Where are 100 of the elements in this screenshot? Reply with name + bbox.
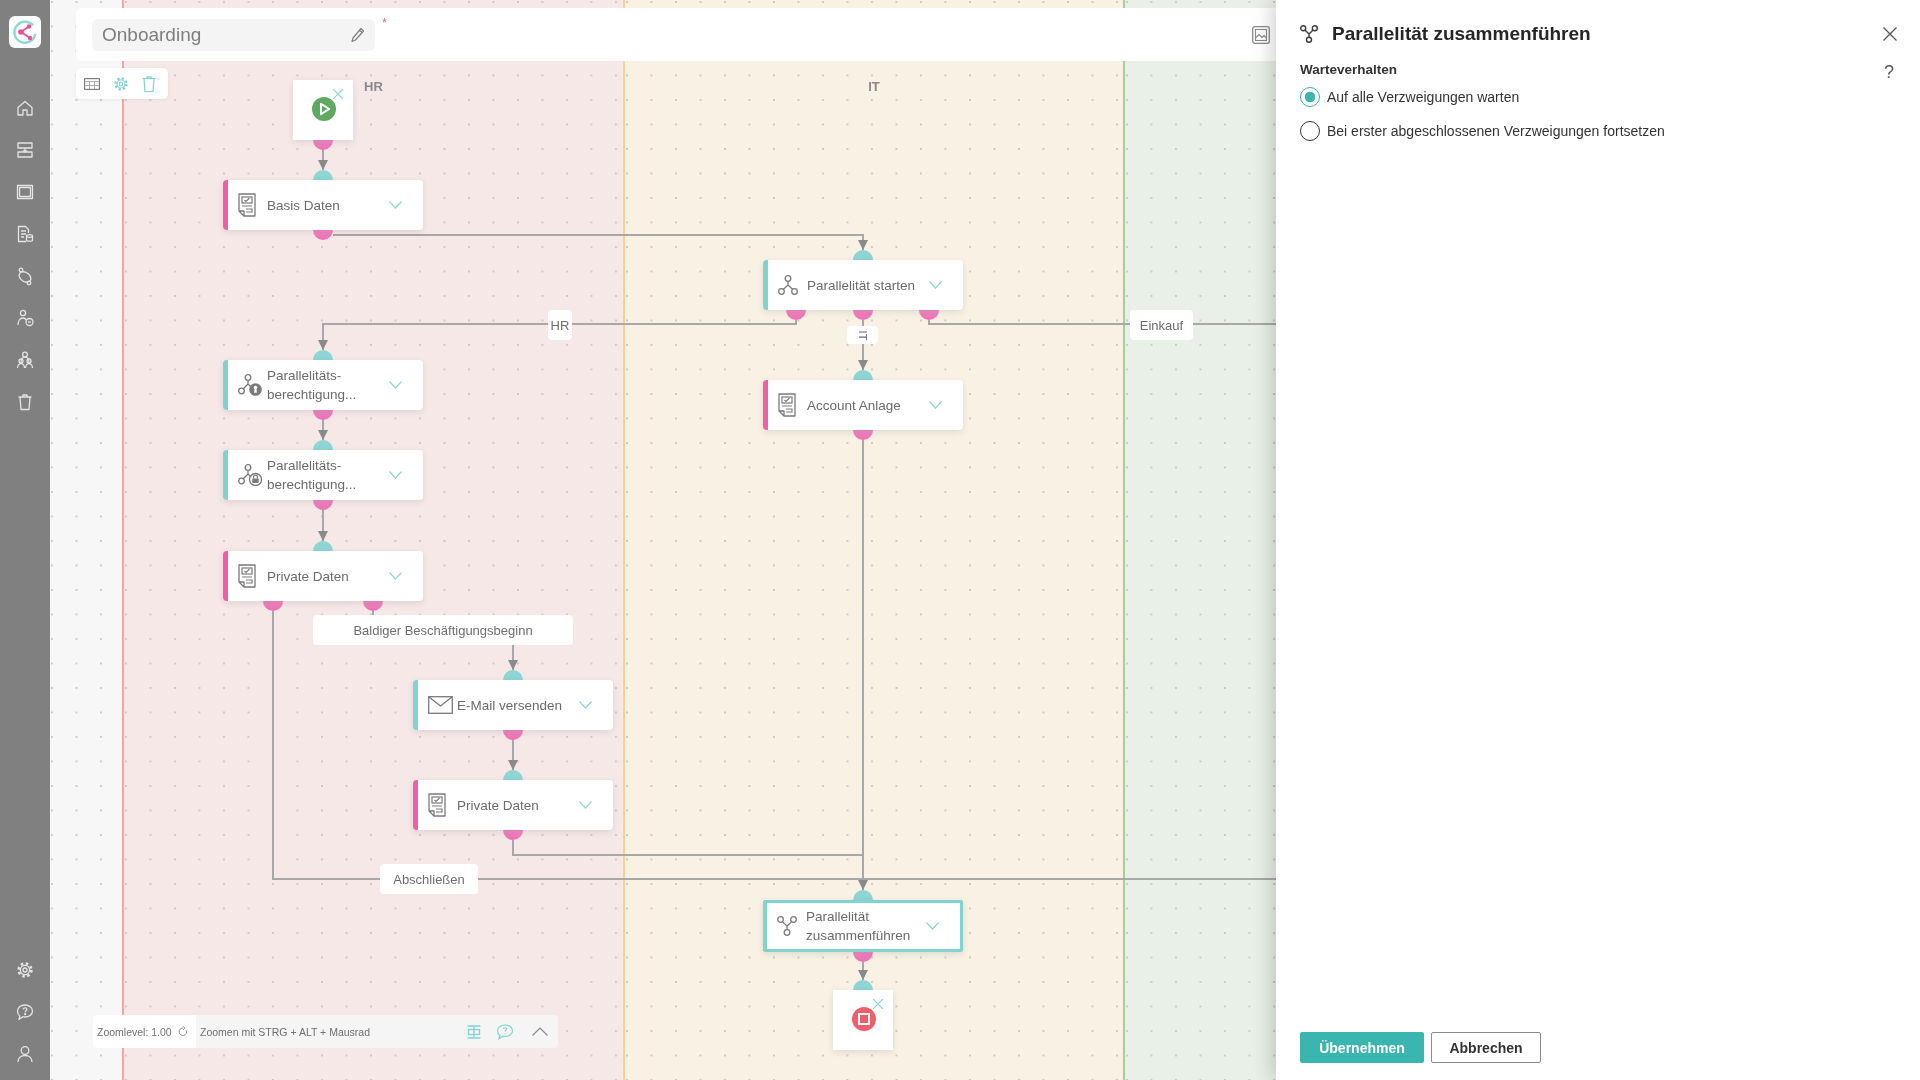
user-icon[interactable] — [15, 1044, 35, 1064]
output-port-icon[interactable] — [263, 601, 283, 611]
connector-label: IT — [847, 326, 878, 344]
app-logo-icon[interactable] — [9, 16, 41, 48]
input-port-icon[interactable] — [313, 440, 333, 450]
input-port-icon[interactable] — [853, 890, 873, 900]
input-port-icon[interactable] — [313, 541, 333, 551]
users-icon[interactable] — [15, 350, 35, 370]
chevron-down-icon[interactable] — [929, 281, 942, 289]
home-icon[interactable] — [15, 98, 35, 118]
connector-arrow — [508, 739, 518, 771]
form-icon — [778, 393, 796, 417]
step-title: Parallelitäts-berechtigung... — [267, 457, 358, 494]
chevron-down-icon[interactable] — [929, 401, 942, 409]
connector-label: Einkauf — [1130, 310, 1193, 340]
input-port-icon[interactable] — [503, 670, 523, 680]
connector-label: Baldiger Beschäftigungsbeginn — [313, 615, 573, 645]
form-icon — [238, 564, 256, 588]
split-icon — [778, 275, 798, 295]
play-icon[interactable] — [312, 97, 336, 121]
output-port-icon[interactable] — [363, 601, 383, 611]
stop-icon[interactable] — [852, 1007, 876, 1031]
output-port-icon[interactable] — [313, 410, 333, 420]
output-port-icon[interactable] — [313, 230, 333, 240]
layout-icon[interactable] — [466, 1023, 482, 1040]
output-port-icon[interactable] — [786, 310, 806, 320]
settings-icon[interactable] — [15, 960, 35, 980]
help-icon[interactable] — [496, 1023, 514, 1040]
step-title: Parallelitäts-berechtigung... — [267, 367, 358, 404]
layout-icon[interactable] — [15, 140, 35, 160]
connector-label: Abschließen — [380, 864, 478, 894]
radio-label[interactable]: Auf alle Verzweigungen warten — [1327, 89, 1520, 105]
output-port-icon[interactable] — [853, 430, 873, 440]
parallel-join-node[interactable]: Parallelität zusammenführen — [763, 900, 963, 952]
chevron-down-icon[interactable] — [389, 201, 402, 209]
radio-button[interactable] — [1300, 87, 1320, 107]
image-icon[interactable] — [1252, 25, 1270, 44]
radio-label[interactable]: Bei erster abgeschlossenen Verzweigungen fortsetzen — [1327, 123, 1665, 139]
table-icon[interactable] — [84, 77, 100, 90]
input-port-icon[interactable] — [853, 370, 873, 380]
trash-icon[interactable] — [142, 75, 156, 92]
end-node[interactable] — [833, 990, 893, 1050]
permission-step-node[interactable]: Parallelitäts-berechtigung... — [223, 360, 423, 410]
output-port-icon[interactable] — [313, 140, 333, 150]
step-title: Parallelität starten — [807, 276, 916, 295]
caret-up-icon[interactable] — [532, 1027, 548, 1036]
branch-lock-icon — [238, 464, 262, 486]
branch-keyhole-icon — [238, 374, 262, 396]
document-icon[interactable] — [15, 224, 35, 244]
output-port-icon[interactable] — [919, 310, 939, 320]
step-title: Account Anlage — [807, 396, 901, 415]
lane-title: HR — [364, 79, 383, 94]
step-title: E-Mail versenden — [457, 696, 563, 715]
refresh-icon[interactable] — [177, 1026, 188, 1037]
chevron-down-icon[interactable] — [579, 801, 592, 809]
zoom-hint-text: Zoomen mit STRG + ALT + Mausrad — [200, 1025, 370, 1038]
input-port-icon[interactable] — [313, 170, 333, 180]
parallel-split-node[interactable]: Parallelität starten — [763, 260, 963, 310]
connector-arrow — [318, 149, 328, 171]
user-badge-icon[interactable] — [15, 308, 35, 328]
help-mark[interactable]: ? — [1884, 62, 1894, 83]
settings-icon[interactable] — [113, 75, 129, 92]
input-port-icon[interactable] — [313, 350, 333, 360]
envelope-icon — [428, 696, 453, 714]
output-port-icon[interactable] — [313, 500, 333, 510]
help-icon[interactable] — [15, 1002, 35, 1022]
chevron-down-icon[interactable] — [389, 572, 402, 580]
modified-asterisk: * — [382, 16, 387, 30]
lane-title: IT — [868, 79, 880, 94]
merge-icon — [1300, 25, 1318, 43]
step-title: Basis Daten — [267, 196, 340, 215]
chevron-down-icon[interactable] — [579, 701, 592, 709]
process-name-field[interactable]: Onboarding — [92, 18, 375, 51]
chevron-down-icon[interactable] — [389, 471, 402, 479]
form-step-node[interactable]: Basis Daten — [223, 180, 423, 230]
cancel-button[interactable]: Abbrechen — [1431, 1032, 1541, 1063]
step-title: Private Daten — [267, 567, 349, 586]
window-icon[interactable] — [15, 182, 35, 202]
pencil-icon[interactable] — [351, 26, 365, 43]
input-port-icon[interactable] — [853, 980, 873, 990]
input-port-icon[interactable] — [503, 770, 523, 780]
permission-step-node[interactable]: Parallelitäts-berechtigung... — [223, 450, 423, 500]
input-port-icon[interactable] — [853, 250, 873, 260]
section-label: Warteverhalten — [1300, 62, 1398, 77]
chevron-down-icon[interactable] — [926, 922, 939, 930]
panel-title: Parallelität zusammenführen — [1332, 23, 1591, 45]
output-port-icon[interactable] — [503, 730, 523, 740]
form-step-node[interactable]: Private Daten — [413, 780, 613, 830]
output-port-icon[interactable] — [853, 310, 873, 320]
form-step-node[interactable]: Private Daten — [223, 551, 423, 601]
start-node[interactable] — [293, 80, 353, 140]
connector-arrow — [318, 509, 328, 542]
form-step-node[interactable]: Account Anlage — [763, 380, 963, 430]
email-step-node[interactable]: E-Mail versenden — [413, 680, 613, 730]
chevron-down-icon[interactable] — [389, 381, 402, 389]
form-icon — [238, 193, 256, 217]
output-port-icon[interactable] — [853, 952, 873, 962]
form-icon — [428, 793, 446, 817]
output-port-icon[interactable] — [503, 830, 523, 840]
close-icon[interactable] — [1883, 27, 1897, 41]
